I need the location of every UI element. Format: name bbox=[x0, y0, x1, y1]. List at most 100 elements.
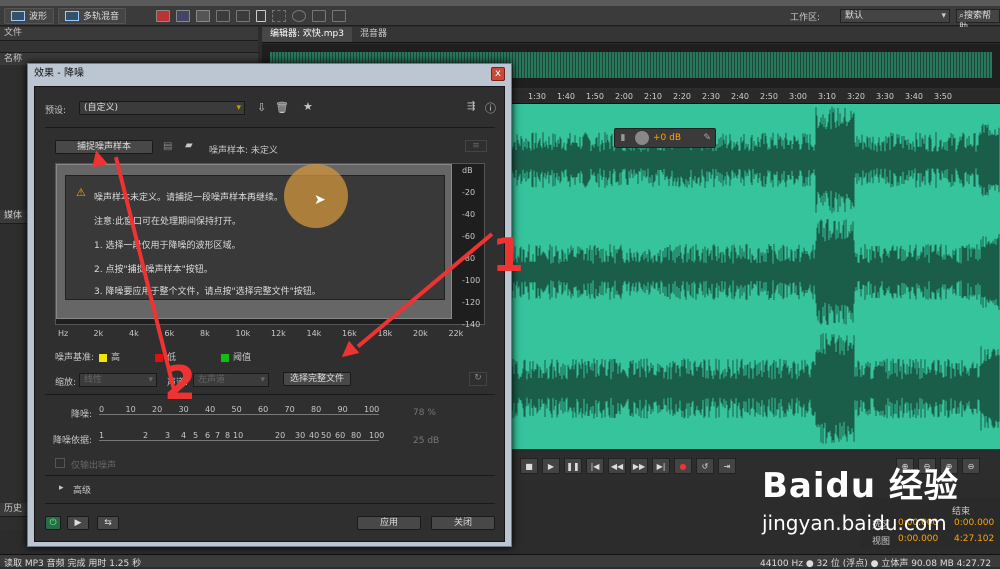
reduce-by-slider[interactable]: 1 2 3 4 5 6 7 8 10 20 30 40 50 60 80 100 bbox=[99, 431, 384, 447]
delete-preset-icon[interactable]: 🗑 bbox=[275, 101, 289, 114]
ruler-tick: 2:30 bbox=[702, 92, 720, 101]
reduce-by-value[interactable]: 25 dB bbox=[413, 436, 439, 446]
noise-reduction-dialog: 效果 - 降噪 x 预设: (自定义) ▾ ⇩ 🗑 ★ ⇶ ⓘ 捕捉噪声样本 ▤ … bbox=[27, 63, 512, 547]
channel-select[interactable]: 左声道 ▾ bbox=[193, 373, 269, 387]
brush-tool-icon[interactable] bbox=[312, 9, 327, 22]
move-tool-icon[interactable] bbox=[196, 9, 211, 22]
slider-tick-label: 40 bbox=[309, 431, 320, 440]
skip-button[interactable]: ⇥ bbox=[718, 458, 736, 474]
routing-icon[interactable]: ⇶ bbox=[467, 101, 475, 112]
help-search-input[interactable]: ⌕搜索帮助 bbox=[956, 9, 1000, 33]
time-selection-icon[interactable] bbox=[256, 9, 267, 22]
output-noise-checkbox[interactable] bbox=[55, 458, 65, 468]
preset-select[interactable]: (自定义) ▾ bbox=[79, 101, 245, 115]
noise-file-icon[interactable]: ▤ bbox=[163, 141, 172, 152]
divider bbox=[45, 503, 495, 504]
hz-tick-label: 4k bbox=[129, 329, 139, 338]
gain-knob[interactable] bbox=[635, 131, 649, 145]
scale-label: 缩放: bbox=[55, 378, 77, 388]
fast-forward-button[interactable]: ▶▶ bbox=[630, 458, 648, 474]
advanced-label[interactable]: 高级 bbox=[73, 483, 91, 496]
ruler-tick: 2:00 bbox=[615, 92, 633, 101]
stop-button[interactable]: ■ bbox=[520, 458, 538, 474]
chevron-down-icon: ▾ bbox=[148, 375, 153, 385]
noise-graph[interactable]: ⚠ 噪声样本未定义。请捕捉一段噪声样本再继续。 注意:此窗口可在处理期间保持打开… bbox=[55, 163, 485, 338]
chevron-down-icon: ▾ bbox=[260, 375, 265, 385]
slider-tick-label: 50 bbox=[231, 405, 242, 414]
waveform-icon bbox=[11, 10, 25, 21]
left-channel-waveform bbox=[510, 106, 1000, 214]
play-button[interactable]: ▶ bbox=[542, 458, 560, 474]
hz-tick-label: 10k bbox=[235, 329, 251, 338]
time-ruler[interactable]: 1:30 1:40 1:50 2:00 2:10 2:20 2:30 2:40 2:50 3:00… bbox=[510, 90, 1000, 104]
loop-button[interactable]: ↺ bbox=[696, 458, 714, 474]
hz-tick-label: 20k bbox=[413, 329, 428, 338]
hz-tick-label: 14k bbox=[306, 329, 322, 338]
save-preset-icon[interactable]: ⇩ bbox=[257, 101, 266, 114]
mouse-pointer-icon: ➤ bbox=[314, 192, 326, 208]
hz-tick-label: 22k bbox=[448, 329, 464, 338]
slip-tool-icon[interactable] bbox=[236, 9, 251, 22]
open-folder-icon[interactable]: ▰ bbox=[185, 140, 193, 151]
waveform-display[interactable] bbox=[510, 104, 1000, 449]
info-icon[interactable]: ⓘ bbox=[485, 100, 496, 116]
annotation-number-1: 1 bbox=[492, 228, 525, 282]
ruler-tick: 1:40 bbox=[557, 92, 575, 101]
slider-tick-label: 30 bbox=[295, 431, 306, 440]
hud-gain-control[interactable]: ▮ +0 dB ✎ bbox=[614, 128, 716, 148]
workspace-select[interactable]: 默认 ▾ bbox=[840, 9, 950, 23]
tab-mixer[interactable]: 混音器 bbox=[352, 27, 395, 42]
waveform-button[interactable]: 波形 bbox=[4, 7, 55, 24]
go-to-start-button[interactable]: |◀ bbox=[586, 458, 604, 474]
files-tab[interactable]: 文件 bbox=[0, 27, 258, 41]
graph-options-icon[interactable]: ≡ bbox=[465, 140, 487, 152]
record-button[interactable]: ● bbox=[674, 458, 692, 474]
marquee-tool-icon[interactable] bbox=[272, 9, 287, 22]
level-icon: ▮ bbox=[620, 133, 626, 143]
rewind-button[interactable]: ◀◀ bbox=[608, 458, 626, 474]
lasso-tool-icon[interactable] bbox=[292, 9, 307, 22]
favorite-star-icon[interactable]: ★ bbox=[303, 100, 313, 113]
spectral-pitch-icon[interactable] bbox=[176, 9, 191, 22]
close-button[interactable]: 关闭 bbox=[431, 516, 495, 530]
baidu-watermark: Baidu 经验 jingyan.baidu.com bbox=[762, 458, 992, 548]
lower-channel bbox=[510, 328, 1000, 444]
ruler-tick: 2:50 bbox=[760, 92, 778, 101]
select-entire-file-button[interactable]: 选择完整文件 bbox=[283, 372, 351, 386]
apply-button[interactable]: 应用 bbox=[357, 516, 421, 530]
slider-tick-label: 10 bbox=[125, 405, 136, 414]
pin-icon[interactable]: ✎ bbox=[703, 133, 711, 143]
preview-play-button[interactable]: ▶ bbox=[67, 516, 89, 530]
noise-reduction-slider[interactable]: 0 10 20 30 40 50 60 70 80 90 100 bbox=[99, 405, 379, 421]
preview-loop-button[interactable]: ⇆ bbox=[97, 516, 119, 530]
reset-graph-icon[interactable]: ↻ bbox=[469, 372, 487, 386]
scale-select[interactable]: 线性 ▾ bbox=[79, 373, 157, 387]
slider-tick-label: 80 bbox=[311, 405, 322, 414]
watermark-brand: Baidu 经验 bbox=[762, 466, 959, 506]
ruler-tick: 3:50 bbox=[934, 92, 952, 101]
watermark-url: jingyan.baidu.com bbox=[762, 511, 947, 535]
pause-button[interactable]: ❚❚ bbox=[564, 458, 582, 474]
noise-reduction-value[interactable]: 78 % bbox=[413, 408, 436, 418]
graph-plot-area: ⚠ 噪声样本未定义。请捕捉一段噪声样本再继续。 注意:此窗口可在处理期间保持打开… bbox=[56, 164, 452, 319]
message-line-4: 2. 点按"捕捉噪声样本"按钮。 bbox=[94, 265, 213, 275]
power-toggle-button[interactable]: ⏻ bbox=[45, 516, 61, 530]
ruler-tick: 3:10 bbox=[818, 92, 836, 101]
waveform-path bbox=[510, 106, 1000, 214]
editor-tabbar: 编辑器: 欢快.mp3 混音器 bbox=[262, 27, 1000, 43]
slider-tick-label: 60 bbox=[335, 431, 346, 440]
hz-tick-label: 2k bbox=[93, 329, 104, 338]
slider-tick-label: 100 bbox=[364, 405, 380, 414]
slider-tick-label: 20 bbox=[275, 431, 286, 440]
healing-tool-icon[interactable] bbox=[332, 9, 347, 22]
dialog-close-button[interactable]: x bbox=[491, 67, 505, 81]
workspace-label: 工作区: bbox=[790, 13, 821, 23]
go-to-end-button[interactable]: ▶| bbox=[652, 458, 670, 474]
lower-channel-waveform bbox=[510, 333, 1000, 444]
advanced-expand-icon[interactable]: ▸ bbox=[59, 483, 64, 493]
tab-editor[interactable]: 编辑器: 欢快.mp3 bbox=[262, 27, 352, 42]
multitrack-button[interactable]: 多轨混音 bbox=[58, 7, 127, 24]
razor-tool-icon[interactable] bbox=[216, 9, 231, 22]
spectral-frequency-icon[interactable] bbox=[156, 9, 171, 22]
reduce-by-label: 降噪依据: bbox=[53, 436, 93, 446]
